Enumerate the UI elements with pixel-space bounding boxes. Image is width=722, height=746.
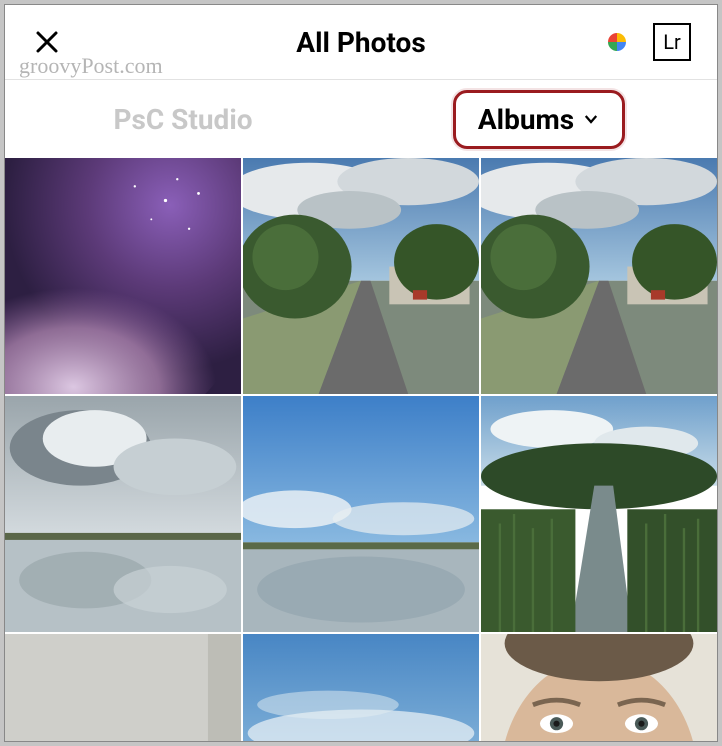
google-photos-icon[interactable] — [599, 24, 635, 60]
purple-nebula-image — [5, 158, 241, 394]
tab-albums-dropdown[interactable]: Albums — [453, 90, 625, 149]
photo-grid — [5, 158, 717, 742]
thumbnail[interactable] — [243, 634, 479, 742]
lake-blue-sky-image — [243, 396, 479, 632]
chevron-down-icon — [582, 110, 600, 128]
close-icon — [35, 30, 59, 54]
sky-wispy-image — [243, 634, 479, 742]
thumbnail[interactable] — [481, 158, 717, 394]
tab-albums-label: Albums — [478, 103, 574, 136]
close-button[interactable] — [31, 26, 63, 58]
lightroom-icon[interactable]: Lr — [653, 23, 691, 61]
thumbnail[interactable] — [5, 396, 241, 632]
street-scene-image — [481, 158, 717, 394]
header: All Photos Lr — [5, 5, 717, 79]
street-scene-image — [243, 158, 479, 394]
thumbnail[interactable] — [481, 634, 717, 742]
gray-image — [5, 634, 241, 742]
lake-cloudy-image — [5, 396, 241, 632]
tabs-row: PsC Studio Albums — [5, 80, 717, 158]
thumbnail[interactable] — [243, 396, 479, 632]
thumbnail[interactable] — [481, 396, 717, 632]
face-crop-image — [481, 634, 717, 742]
thumbnail[interactable] — [5, 158, 241, 394]
thumbnail[interactable] — [243, 158, 479, 394]
tab-psc-studio[interactable]: PsC Studio — [5, 103, 361, 136]
thumbnail[interactable] — [5, 634, 241, 742]
river-reeds-image — [481, 396, 717, 632]
